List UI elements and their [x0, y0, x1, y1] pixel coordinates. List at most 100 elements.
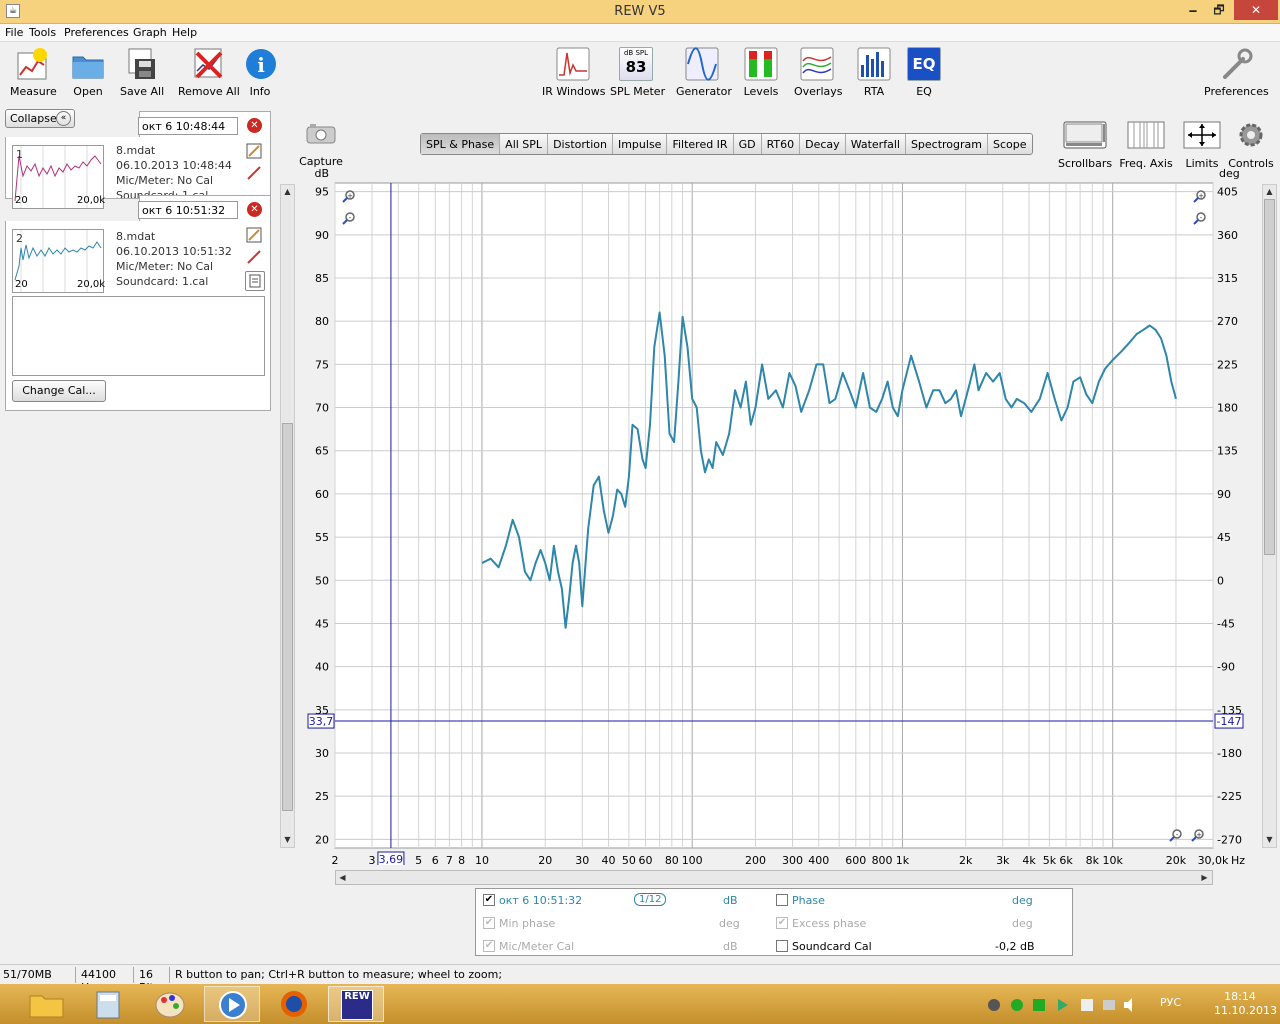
smoothing-selector[interactable]: 1/12 — [634, 893, 667, 906]
remove-measurement-1-icon[interactable]: ✕ — [247, 118, 262, 133]
freq-axis-icon — [1127, 121, 1165, 149]
minimize-button[interactable]: 🗕 — [1180, 0, 1206, 20]
spl-meter-button[interactable]: dB SPL 83 SPL Meter — [610, 47, 665, 98]
capture-button[interactable]: Capture — [298, 122, 344, 168]
y-tick-label: 60 — [315, 488, 329, 501]
tab-spl-phase[interactable]: SPL & Phase — [421, 134, 501, 154]
scroll-down-arrow-right-icon[interactable]: ▼ — [1263, 833, 1276, 847]
menu-preferences[interactable]: Preferences — [64, 26, 129, 39]
tab-gd[interactable]: GD — [734, 134, 762, 154]
info-button[interactable]: i Info — [244, 47, 276, 98]
x-tick-label: 80 — [665, 854, 679, 865]
tab-all-spl[interactable]: All SPL — [500, 134, 549, 154]
tab-spectrogram[interactable]: Spectrogram — [906, 134, 989, 154]
taskbar-media-player[interactable] — [204, 986, 260, 1022]
x-tick-label: 3 — [369, 854, 376, 865]
taskbar-calculator[interactable] — [80, 986, 136, 1022]
tab-waterfall[interactable]: Waterfall — [846, 134, 906, 154]
overlays-button[interactable]: Overlays — [794, 47, 843, 98]
taskbar-paint[interactable] — [142, 986, 198, 1022]
min-phase-checkbox[interactable]: ✔ — [483, 917, 495, 929]
tab-decay[interactable]: Decay — [800, 134, 846, 154]
measurement-name-input-2[interactable]: окт 6 10:51:32 — [138, 201, 238, 219]
measurement-1-edit-icon[interactable] — [246, 143, 262, 159]
generator-button[interactable]: Generator — [676, 47, 732, 98]
measure-button[interactable]: Measure — [10, 47, 57, 98]
double-chevron-left-icon: « — [56, 111, 71, 126]
open-button[interactable]: Open — [68, 47, 108, 98]
scroll-down-arrow-icon[interactable]: ▼ — [281, 833, 294, 847]
eq-button[interactable]: EQ EQ — [906, 47, 942, 98]
remove-all-button[interactable]: Remove All — [178, 47, 240, 98]
x-tick-label: 40 — [602, 854, 616, 865]
taskbar-rew[interactable]: REW — [328, 986, 384, 1022]
menu-tools[interactable]: Tools — [29, 26, 56, 39]
freq-axis-button[interactable]: Freq. Axis — [1118, 120, 1174, 170]
y-tick-label: 85 — [315, 272, 329, 285]
measurement-1-color-icon[interactable] — [246, 165, 262, 181]
taskbar-firefox[interactable] — [266, 986, 322, 1022]
preferences-button[interactable]: Preferences — [1204, 47, 1269, 98]
tab-filtered-ir[interactable]: Filtered IR — [667, 134, 734, 154]
tray-icons[interactable] — [986, 996, 1136, 1017]
scroll-right-arrow-icon[interactable]: ▶ — [1198, 871, 1211, 885]
y2-tick-label: -270 — [1217, 833, 1242, 846]
remove-measurement-2-icon[interactable]: ✕ — [247, 202, 262, 217]
measurement-2-edit-icon[interactable] — [246, 227, 262, 243]
measurement-panel-1[interactable]: 1 20 20,0k 8.mdat 06.10.2013 10:48:44 Mi… — [5, 137, 271, 209]
controls-button[interactable]: Controls — [1228, 120, 1274, 170]
tab-rt60[interactable]: RT60 — [762, 134, 801, 154]
measurement-2-color-icon[interactable] — [246, 249, 262, 265]
scroll-thumb-left[interactable] — [282, 423, 293, 811]
x-tick-label: 60 — [639, 854, 653, 865]
x-tick-label: 50 — [622, 854, 636, 865]
scrollbars-button[interactable]: Scrollbars — [1058, 120, 1112, 170]
rta-button[interactable]: RTA — [856, 47, 892, 98]
legend-measurement-name: окт 6 10:51:32 — [499, 894, 583, 907]
menu-help[interactable]: Help — [172, 26, 197, 39]
measure-icon — [16, 47, 50, 81]
y-tick-label: 80 — [315, 315, 329, 328]
tab-impulse[interactable]: Impulse — [613, 134, 668, 154]
levels-button[interactable]: Levels — [740, 47, 782, 98]
excess-phase-checkbox[interactable]: ✔ — [776, 917, 788, 929]
y-tick-label: 50 — [315, 574, 329, 587]
scroll-thumb-right[interactable] — [1264, 199, 1275, 555]
limits-button[interactable]: Limits — [1180, 120, 1224, 170]
vertical-scrollbar-right[interactable]: ▲ ▼ — [1262, 184, 1277, 848]
scroll-left-arrow-icon[interactable]: ◀ — [336, 871, 349, 885]
ir-windows-button[interactable]: IR Windows — [542, 47, 606, 98]
language-indicator[interactable]: РУС — [1160, 996, 1181, 1009]
sample-rate-status: 44100 Hz — [78, 967, 134, 994]
scroll-up-arrow-right-icon[interactable]: ▲ — [1263, 185, 1276, 199]
measurement-name-input-1[interactable]: окт 6 10:48:44 — [138, 117, 238, 135]
spl-meter-icon: dB SPL 83 — [619, 47, 653, 81]
main-toolbar: Measure Open Save All Remove All i Info — [0, 43, 1280, 105]
clock[interactable]: 18:14 11.10.2013 — [1214, 990, 1277, 1018]
collapse-button[interactable]: Collapse « — [5, 109, 75, 128]
scroll-up-arrow-icon[interactable]: ▲ — [281, 185, 294, 199]
rta-icon — [857, 47, 891, 81]
save-all-button[interactable]: Save All — [120, 47, 164, 98]
tab-scope[interactable]: Scope — [988, 134, 1032, 154]
spl-phase-graph[interactable]: dB deg20 -27025 -22530 -18035 -13540 -9045 -455… — [300, 165, 1260, 865]
limits-icon — [1183, 121, 1221, 149]
zoom-in-y2-icon-sign: + — [1198, 192, 1204, 200]
legend-measurement-checkbox[interactable]: ✔ — [483, 894, 495, 906]
taskbar-explorer[interactable] — [18, 986, 74, 1022]
phase-checkbox[interactable] — [776, 894, 788, 906]
measurement-2-notes-icon[interactable] — [245, 271, 265, 291]
tab-distortion[interactable]: Distortion — [548, 134, 613, 154]
horizontal-scrollbar[interactable]: ◀ ▶ — [335, 870, 1213, 885]
x-tick-label: 20k — [1166, 854, 1187, 865]
close-button[interactable]: ✕ — [1234, 0, 1278, 20]
x-tick-label: 100 — [682, 854, 703, 865]
menu-graph[interactable]: Graph — [133, 26, 167, 39]
soundcard-cal-checkbox[interactable] — [776, 940, 788, 952]
menu-file[interactable]: File — [5, 26, 23, 39]
vertical-scrollbar-left[interactable]: ▲ ▼ — [280, 184, 295, 848]
change-cal-button[interactable]: Change Cal... — [12, 380, 106, 402]
maximize-button[interactable]: 🗗 — [1206, 0, 1232, 20]
mic-cal-checkbox[interactable]: ✔ — [483, 940, 495, 952]
y2-tick-label: 270 — [1217, 315, 1238, 328]
